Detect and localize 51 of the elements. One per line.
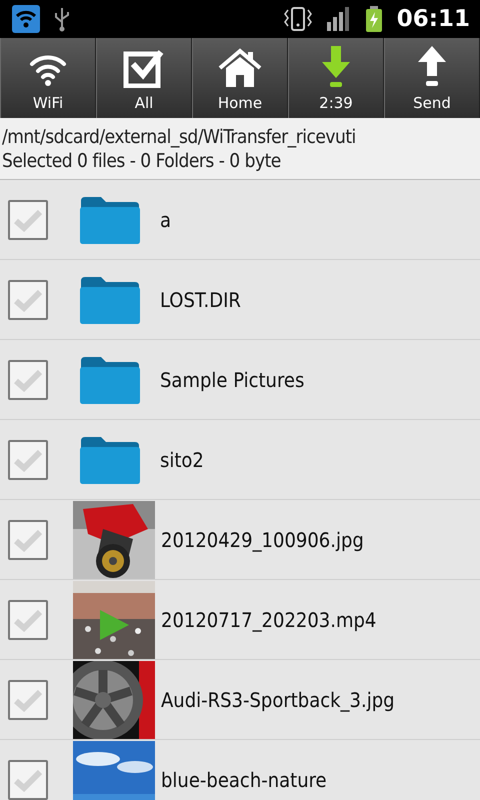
checkbox-icon (123, 48, 165, 88)
checkbox[interactable] (8, 360, 48, 400)
check-icon (13, 608, 43, 632)
checkbox[interactable] (8, 440, 48, 480)
signal-icon (326, 7, 351, 31)
vibrate-icon (282, 6, 313, 32)
check-icon (13, 448, 43, 472)
checkbox[interactable] (8, 680, 48, 720)
file-name: Audi-RS3-Sportback_3.jpg (161, 688, 395, 712)
select-all-button[interactable]: All (96, 38, 192, 118)
file-row[interactable]: a (0, 180, 480, 260)
check-icon (13, 288, 43, 312)
folder-icon (79, 274, 141, 324)
download-arrow-icon (320, 44, 352, 88)
checkbox[interactable] (8, 280, 48, 320)
wifi-icon (12, 5, 40, 33)
selection-summary: Selected 0 files - 0 Folders - 0 byte (2, 150, 282, 172)
status-time: 06:11 (396, 6, 470, 32)
file-row[interactable]: sito2 (0, 420, 480, 500)
file-name: 20120429_100906.jpg (161, 528, 364, 552)
file-name: 20120717_202203.mp4 (161, 608, 376, 632)
file-name: Sample Pictures (160, 368, 304, 392)
file-row[interactable]: Sample Pictures (0, 340, 480, 420)
folder-icon (79, 434, 141, 484)
check-icon (13, 768, 43, 792)
checkbox[interactable] (8, 200, 48, 240)
file-name: a (160, 208, 172, 232)
upload-arrow-icon (416, 44, 448, 88)
check-icon (13, 528, 43, 552)
folder-path: /mnt/sdcard/external_sd/WiTransfer_ricevuti (2, 126, 357, 148)
home-button[interactable]: Home (192, 38, 288, 118)
file-name: sito2 (160, 448, 204, 472)
file-row[interactable]: 20120717_202203.mp4 (0, 580, 480, 660)
checkbox[interactable] (8, 600, 48, 640)
file-row[interactable]: LOST.DIR (0, 260, 480, 340)
usb-icon (54, 6, 70, 32)
check-icon (13, 208, 43, 232)
home-icon (218, 48, 262, 88)
file-row[interactable]: 20120429_100906.jpg (0, 500, 480, 580)
file-name: LOST.DIR (160, 288, 241, 312)
file-name: blue-beach-nature (161, 768, 327, 792)
file-row[interactable]: Audi-RS3-Sportback_3.jpg (0, 660, 480, 740)
checkbox[interactable] (8, 520, 48, 560)
folder-icon (79, 194, 141, 244)
play-icon (98, 608, 130, 640)
folder-icon (79, 354, 141, 404)
checkbox[interactable] (8, 760, 48, 800)
battery-icon (364, 6, 383, 32)
check-icon (13, 688, 43, 712)
check-icon (13, 368, 43, 392)
file-row[interactable]: blue-beach-nature (0, 740, 480, 800)
